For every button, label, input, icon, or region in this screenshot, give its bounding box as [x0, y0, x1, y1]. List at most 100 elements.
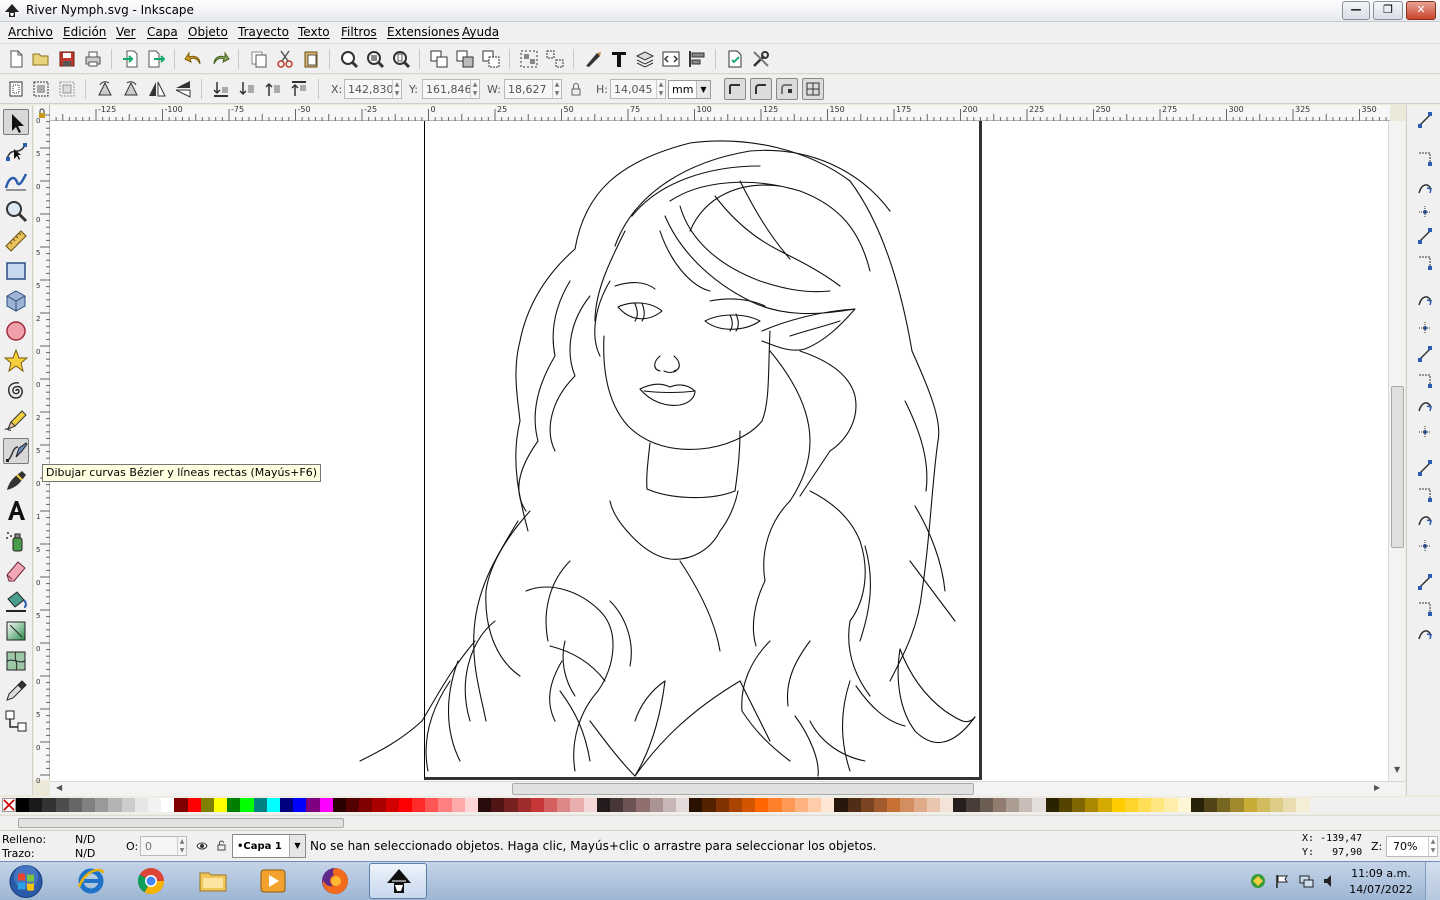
color-swatch[interactable] [438, 798, 453, 812]
document-properties-button[interactable] [725, 49, 745, 69]
color-swatch[interactable] [1283, 798, 1298, 812]
color-swatch[interactable] [583, 798, 598, 812]
group-button[interactable] [519, 49, 539, 69]
text-tool[interactable] [3, 498, 29, 524]
taskbar-internet-explorer[interactable] [62, 863, 120, 899]
color-swatch[interactable] [1124, 798, 1139, 812]
y-spin-arrows-icon[interactable]: ▲ ▼ [470, 80, 479, 98]
zoom-tool[interactable] [3, 198, 29, 224]
pencil-tool[interactable] [3, 408, 29, 434]
color-swatch[interactable] [187, 798, 202, 812]
ellipse-tool[interactable] [3, 318, 29, 344]
horizontal-scroll-thumb[interactable] [512, 783, 974, 795]
color-swatch[interactable] [425, 798, 440, 812]
selector-tool[interactable] [3, 109, 29, 135]
tweak-tool[interactable] [3, 168, 29, 194]
color-swatch[interactable] [1256, 798, 1271, 812]
rectangle-tool[interactable] [3, 258, 29, 284]
taskbar-media-player[interactable] [244, 863, 302, 899]
redo-button[interactable] [210, 49, 230, 69]
new-document-button[interactable] [6, 49, 26, 69]
snap-grid-icon[interactable] [1416, 573, 1434, 591]
snap-bbox-midpoint-icon[interactable] [1416, 227, 1434, 245]
snap-smooth-icon[interactable] [1416, 397, 1434, 415]
menu-trayecto[interactable]: Trayecto [238, 25, 289, 39]
rotate-ccw-button[interactable] [95, 79, 115, 99]
color-swatch[interactable] [808, 798, 822, 812]
color-swatch[interactable] [372, 798, 387, 812]
color-swatch[interactable] [332, 798, 347, 812]
color-swatch[interactable] [200, 798, 215, 812]
color-swatch[interactable] [266, 798, 281, 812]
color-swatch[interactable] [715, 798, 730, 812]
ungroup-button[interactable] [545, 49, 565, 69]
start-button[interactable] [6, 863, 46, 900]
snap-text-baseline-icon[interactable] [1416, 511, 1434, 529]
width-input[interactable]: 18,627 ▲ ▼ [504, 79, 562, 99]
horizontal-ruler[interactable]: -125 -100 -75 -50 -25 0 25 50 75 100 125 150 175 200 2… [50, 105, 1390, 121]
snap-rotation-center-icon[interactable] [1416, 485, 1434, 503]
move-gradients-toggle[interactable] [776, 78, 798, 100]
color-swatch[interactable] [940, 798, 954, 812]
layer-select[interactable]: •Capa 1 ▼ [232, 834, 306, 858]
connector-tool[interactable] [3, 708, 29, 734]
scale-corners-toggle[interactable] [750, 78, 772, 100]
snap-nodes-icon[interactable] [1416, 291, 1434, 309]
duplicate-button[interactable] [429, 49, 449, 69]
copy-button[interactable] [249, 49, 269, 69]
x-spin-arrows-icon[interactable]: ▲ ▼ [392, 80, 401, 98]
tray-flag-icon[interactable] [1274, 873, 1290, 889]
color-swatch[interactable] [68, 798, 83, 812]
menu-filtros[interactable]: Filtros [341, 25, 377, 39]
color-swatch[interactable] [385, 798, 400, 812]
color-swatch[interactable] [1098, 798, 1113, 812]
color-swatch[interactable] [412, 798, 426, 812]
tray-volume-icon[interactable] [1322, 873, 1338, 889]
spray-tool[interactable] [3, 528, 29, 554]
tray-network-green-icon[interactable] [1250, 873, 1266, 889]
snap-page-border-icon[interactable] [1416, 537, 1434, 555]
snap-bbox-edge-icon[interactable] [1416, 179, 1434, 197]
color-swatch[interactable] [95, 798, 110, 812]
color-swatch[interactable] [544, 798, 558, 812]
preferences-button[interactable] [751, 49, 771, 69]
zoom-drawing-button[interactable] [365, 49, 385, 69]
palette-scroll-thumb[interactable] [18, 818, 344, 828]
vertical-scrollbar[interactable]: ▼ [1388, 121, 1405, 781]
align-distribute-button[interactable] [687, 49, 707, 69]
show-desktop-button[interactable] [1425, 862, 1440, 900]
color-swatch[interactable] [398, 798, 413, 812]
undo-button[interactable] [184, 49, 204, 69]
color-swatch[interactable] [1006, 798, 1020, 812]
export-button[interactable] [146, 49, 166, 69]
width-spin-arrows-icon[interactable]: ▲ ▼ [552, 80, 561, 98]
color-swatch[interactable] [557, 798, 572, 812]
calligraphy-tool[interactable] [3, 468, 29, 494]
3d-box-tool[interactable] [3, 288, 29, 314]
color-swatch[interactable] [1151, 798, 1166, 812]
zoom-spin-arrows-icon[interactable]: ▲ ▼ [1428, 837, 1437, 856]
zoom-page-button[interactable] [391, 49, 411, 69]
flip-vertical-button[interactable] [173, 79, 193, 99]
guide-lock-icon[interactable] [37, 107, 47, 118]
menu-extensiones[interactable]: Extensiones [387, 25, 460, 39]
color-swatch[interactable] [1085, 798, 1100, 812]
color-swatch[interactable] [319, 798, 334, 812]
color-swatch[interactable] [1270, 798, 1284, 812]
scroll-right-arrow-icon[interactable]: ▶ [1374, 783, 1380, 792]
color-swatch[interactable] [451, 798, 466, 812]
snap-bbox-icon[interactable] [1416, 149, 1434, 167]
color-swatch[interactable] [689, 798, 704, 812]
color-swatch[interactable] [676, 798, 690, 812]
snap-enable-icon[interactable] [1416, 111, 1434, 129]
color-swatch[interactable] [1217, 798, 1232, 812]
color-swatch[interactable] [874, 798, 888, 812]
color-swatch[interactable] [1019, 798, 1034, 812]
eraser-tool[interactable] [3, 558, 29, 584]
close-button[interactable]: ✕ [1406, 1, 1436, 20]
color-swatch[interactable] [293, 798, 308, 812]
spiral-tool[interactable] [3, 378, 29, 404]
text-font-button[interactable] [609, 49, 629, 69]
vertical-scroll-thumb[interactable] [1391, 386, 1404, 548]
color-swatch[interactable] [926, 798, 941, 812]
